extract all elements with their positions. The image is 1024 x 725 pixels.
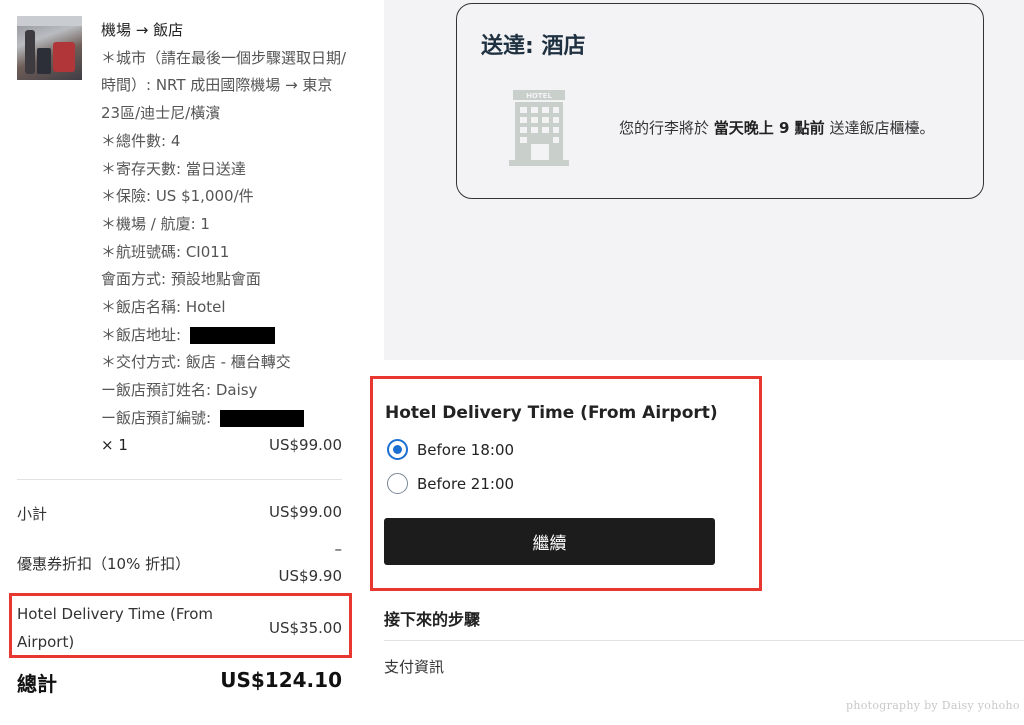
delivery-time-title: Hotel Delivery Time (From Airport) — [385, 403, 718, 423]
delivery-message-prefix: 您的行李將於 — [619, 119, 710, 137]
divider — [384, 640, 1024, 641]
next-steps-title: 接下來的步驟 — [384, 610, 481, 629]
delivery-message-time: 當天晚上 9 點前 — [713, 119, 825, 137]
order-item-title: 機場 → 飯店 — [101, 21, 184, 39]
total-value: US$124.10 — [220, 668, 342, 692]
total-label: 總計 — [17, 672, 57, 696]
hotel-building-icon: HOTEL — [509, 90, 569, 166]
delivery-message: 您的行李將於 當天晚上 9 點前 送達飯店櫃檯。 — [619, 117, 934, 138]
hotel-sign-text: HOTEL — [526, 92, 552, 100]
redacted-block — [189, 326, 275, 344]
order-item-line: 會面方式: 預設地點會面 — [101, 270, 261, 289]
radio-selected-icon[interactable] — [387, 439, 408, 460]
delivery-option-2100[interactable]: Before 21:00 — [387, 473, 514, 494]
order-summary: 機場 → 飯店 ＊城市（請在最後一個步驟選取日期/時間）: NRT 成田國際機場… — [0, 0, 384, 725]
radio-unselected-icon[interactable] — [387, 473, 408, 494]
order-item-line: ＊交付方式: 飯店 - 櫃台轉交 — [101, 353, 291, 372]
item-quantity: × 1 — [101, 436, 128, 454]
delivery-option-label: Before 18:00 — [417, 440, 515, 459]
redacted-block — [219, 409, 304, 427]
product-thumbnail — [17, 16, 82, 80]
order-item-line: ＊機場 / 航廈: 1 — [101, 214, 210, 233]
divider — [17, 479, 342, 480]
order-item-line: ＊寄存天數: 當日送達 — [101, 159, 246, 178]
delivery-destination-card: 送達: 酒店 HOTEL 您的行李將於 當天晚上 9 點前 送達飯店櫃檯。 — [456, 3, 984, 199]
hotel-address-label: ＊飯店地址: — [101, 325, 182, 344]
item-price: US$99.00 — [269, 436, 342, 454]
subtotal-row: 小計 US$99.00 — [17, 503, 342, 525]
photo-watermark: photography by Daisy yohoho — [846, 699, 1020, 712]
coupon-label: 優惠券折扣（10% 折扣） — [17, 555, 191, 573]
delivery-option-label: Before 21:00 — [417, 474, 515, 493]
continue-button[interactable]: 繼續 — [384, 518, 715, 565]
order-item-line: ＊保險: US $1,000/件 — [101, 187, 254, 206]
delivery-fee-row: Hotel Delivery Time (From Airport) US$35… — [17, 600, 342, 656]
delivery-fee-value: US$35.00 — [269, 619, 342, 637]
delivery-time-selector: Hotel Delivery Time (From Airport) Befor… — [370, 376, 762, 591]
coupon-sign: – — [334, 540, 343, 558]
next-step-payment-info: 支付資訊 — [384, 658, 445, 676]
subtotal-value: US$99.00 — [269, 503, 342, 521]
booking-number-label: ー飯店預訂編號: — [101, 408, 212, 427]
order-item-line: ＊飯店地址: — [101, 322, 351, 350]
order-item-details: 機場 → 飯店 ＊城市（請在最後一個步驟選取日期/時間）: NRT 成田國際機場… — [101, 17, 351, 433]
delivery-fee-label: Hotel Delivery Time (From Airport) — [17, 605, 214, 651]
delivery-destination-title: 送達: 酒店 — [481, 34, 586, 59]
coupon-value: US$9.90 — [278, 567, 342, 585]
order-item-line: ー飯店預訂編號: — [101, 405, 351, 433]
order-item-line: ＊航班號碼: CI011 — [101, 242, 230, 261]
delivery-option-1800[interactable]: Before 18:00 — [387, 439, 514, 460]
order-item-line: ー飯店預訂姓名: Daisy — [101, 381, 258, 400]
order-item-line: ＊城市（請在最後一個步驟選取日期/時間）: NRT 成田國際機場 → 東京23區… — [101, 48, 347, 123]
total-row: 總計 US$124.10 — [17, 668, 342, 696]
subtotal-label: 小計 — [17, 505, 48, 523]
order-item-line: ＊總件數: 4 — [101, 131, 181, 150]
delivery-message-suffix: 送達飯店櫃檯。 — [829, 119, 935, 137]
order-item-line: ＊飯店名稱: Hotel — [101, 298, 226, 317]
coupon-row: 優惠券折扣（10% 折扣） – US$9.90 — [17, 540, 342, 590]
